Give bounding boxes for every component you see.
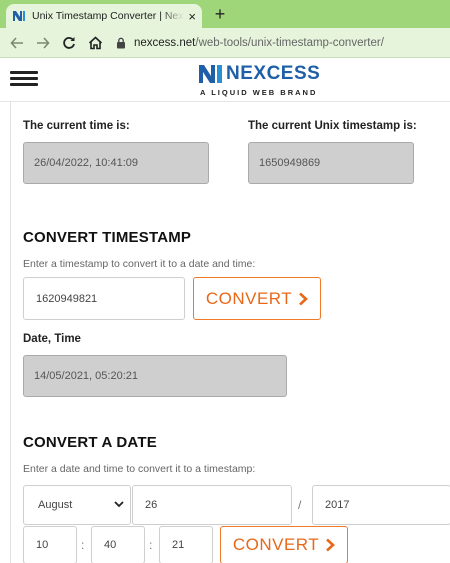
lock-icon[interactable] [114,36,128,50]
current-time-value: 26/04/2022, 10:41:09 [34,157,138,169]
current-time-field: 26/04/2022, 10:41:09 [23,142,209,184]
result-label: Date, Time [23,333,81,345]
convert-date-hint: Enter a date and time to convert it to a… [23,463,256,475]
hour-input[interactable]: 10 [23,526,77,563]
convert-timestamp-button[interactable]: CONVERT [193,277,321,320]
convert-timestamp-hint: Enter a timestamp to convert it to a dat… [23,258,256,270]
year-input[interactable]: 2017 [312,485,450,525]
chevron-right-icon [325,538,336,552]
month-select[interactable]: August [23,485,131,525]
minute-input[interactable]: 40 [91,526,145,563]
time-separator-1: : [81,538,85,552]
back-arrow-icon[interactable] [6,32,28,54]
convert-date-heading: CONVERT A DATE [23,434,157,451]
minute-input-value: 40 [104,539,117,551]
nexcess-logo[interactable]: NEXCESS A LIQUID WEB BRAND [198,63,338,99]
close-icon[interactable]: × [188,10,196,23]
url-path: /web-tools/unix-timestamp-converter/ [195,36,384,49]
day-input[interactable]: 26 [132,485,292,525]
convert-date-button-label: CONVERT [232,535,320,554]
current-unix-value: 1650949869 [259,157,321,169]
nexcess-logo-mark-icon [199,65,222,83]
tab-title: Unix Timestamp Converter | Nexcess [32,10,184,22]
reload-icon[interactable] [58,32,80,54]
hour-input-value: 10 [36,539,49,551]
timestamp-input-value: 1620949821 [36,292,98,305]
second-input-value: 21 [172,539,185,551]
month-select-value: August [38,499,73,511]
chevron-down-icon [114,499,124,511]
timestamp-input[interactable]: 1620949821 [23,277,185,320]
result-field: 14/05/2021, 05:20:21 [23,355,287,397]
site-header: NEXCESS A LIQUID WEB BRAND [0,58,450,102]
chevron-right-icon [298,292,309,306]
url-host: nexcess.net [134,36,196,49]
browser-tab-bar: Unix Timestamp Converter | Nexcess × + [0,0,450,28]
year-input-value: 2017 [325,499,350,511]
converter-content: The current time is: 26/04/2022, 10:41:0… [10,102,450,563]
menu-icon[interactable] [10,68,38,90]
date-separator: / [298,498,302,512]
current-unix-label: The current Unix timestamp is: [248,120,417,132]
nexcess-favicon-icon [12,10,26,22]
new-tab-button[interactable]: + [210,4,230,24]
convert-date-button[interactable]: CONVERT [220,526,348,563]
current-unix-field: 1650949869 [248,142,414,184]
url-field[interactable]: nexcess.net/web-tools/unix-timestamp-con… [114,32,444,54]
home-icon[interactable] [84,32,106,54]
day-input-value: 26 [145,499,158,511]
time-separator-2: : [149,538,153,552]
second-input[interactable]: 21 [159,526,213,563]
convert-timestamp-heading: CONVERT TIMESTAMP [23,229,192,246]
address-bar: nexcess.net/web-tools/unix-timestamp-con… [0,28,450,58]
current-time-label: The current time is: [23,120,130,132]
logo-tagline: A LIQUID WEB BRAND [200,88,318,97]
convert-timestamp-button-label: CONVERT [205,288,293,308]
logo-name: NEXCESS [226,63,321,84]
browser-tab[interactable]: Unix Timestamp Converter | Nexcess × [6,4,202,28]
forward-arrow-icon[interactable] [32,32,54,54]
result-value: 14/05/2021, 05:20:21 [34,370,138,382]
